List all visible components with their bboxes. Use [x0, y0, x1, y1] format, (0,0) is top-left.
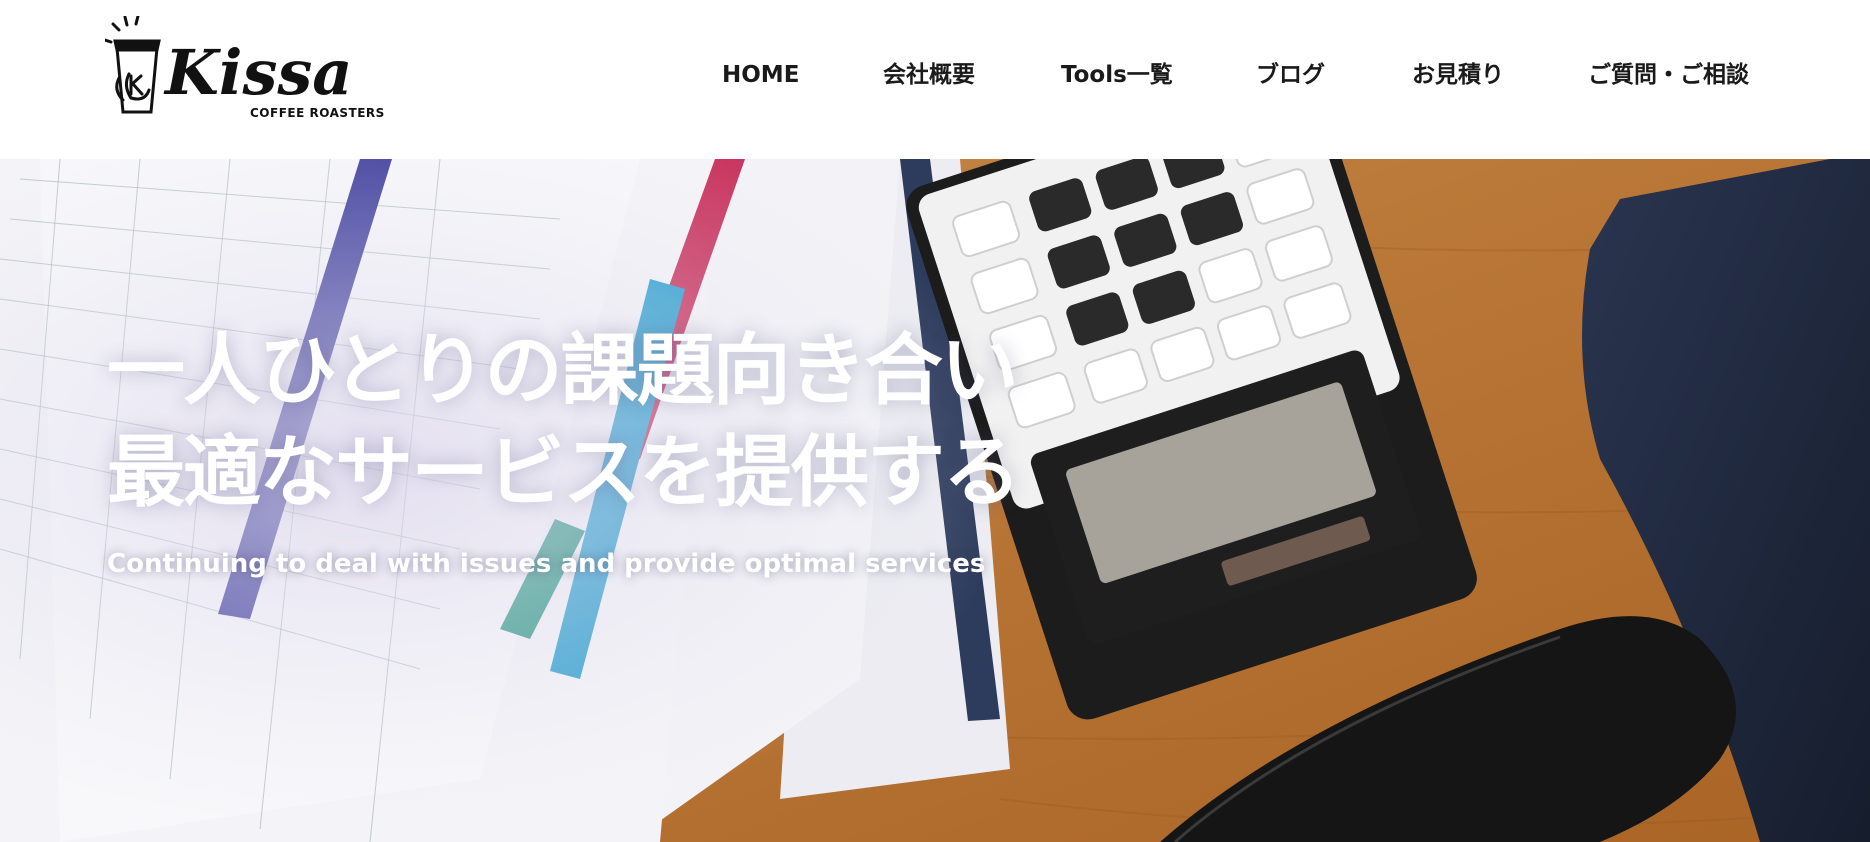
- nav-company[interactable]: 会社概要: [883, 58, 975, 92]
- main-nav: HOME 会社概要 Tools一覧 ブログ お見積り ご質問・ご相談: [0, 58, 1870, 92]
- logo-tagline: COFFEE ROASTERS: [250, 106, 385, 120]
- hero-title-line2: 最適なサービスを提供する: [107, 428, 1021, 518]
- hero-subtitle: Continuing to deal with issues and provi…: [107, 549, 986, 579]
- nav-contact[interactable]: ご質問・ご相談: [1588, 58, 1749, 92]
- site-header: Kissa COFFEE ROASTERS HOME 会社概要 Tools一覧 …: [0, 0, 1870, 159]
- hero-section: 一人ひとりの課題向き合い 最適なサービスを提供する Continuing to …: [0, 159, 1870, 842]
- hero-title-line1: 一人ひとりの課題向き合い: [107, 326, 1019, 416]
- nav-home[interactable]: HOME: [722, 58, 799, 92]
- nav-blog[interactable]: ブログ: [1256, 58, 1325, 92]
- nav-tools[interactable]: Tools一覧: [1061, 58, 1173, 92]
- nav-estimate[interactable]: お見積り: [1412, 58, 1504, 92]
